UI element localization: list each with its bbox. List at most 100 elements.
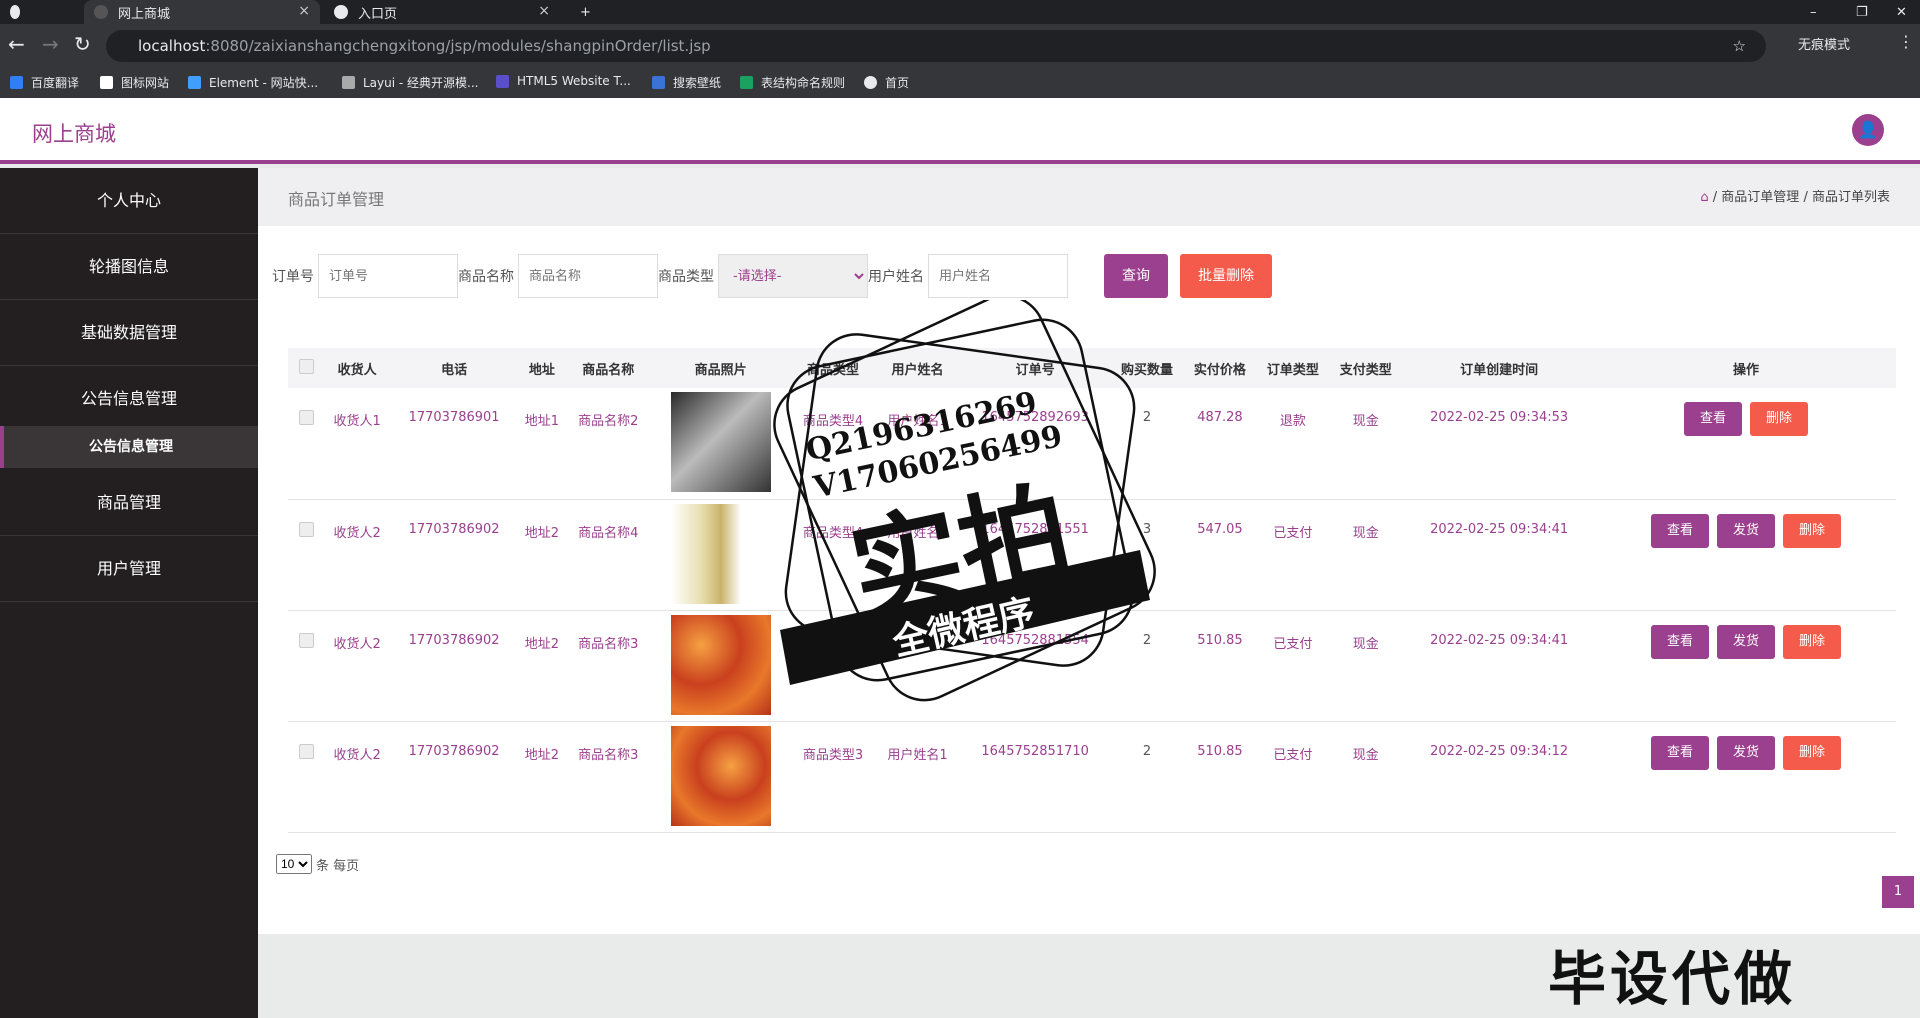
sidebar-item-basic-data[interactable]: 基础数据管理 xyxy=(0,300,258,366)
view-button[interactable]: 查看 xyxy=(1650,513,1709,548)
product-photo xyxy=(670,503,771,604)
cell-pay_type: 现金 xyxy=(1352,636,1379,652)
product-name-input[interactable] xyxy=(518,254,658,298)
query-button[interactable]: 查询 xyxy=(1104,254,1168,298)
cell-receiver: 收货人2 xyxy=(333,636,381,652)
ship-button[interactable]: 发货 xyxy=(1716,513,1775,548)
cell-qty: 2 xyxy=(1142,632,1152,648)
view-button[interactable]: 查看 xyxy=(1650,624,1709,659)
bookmark-item[interactable]: 图标网站 xyxy=(100,74,169,91)
reload-icon[interactable]: ↻ xyxy=(74,32,91,56)
row-checkbox[interactable] xyxy=(298,521,314,537)
brand-title[interactable]: 网上商城 xyxy=(32,118,116,148)
bookmark-item[interactable]: Element - 网站快... xyxy=(188,74,318,91)
bookmark-item[interactable]: Layui - 经典开源模... xyxy=(342,74,478,91)
ship-button[interactable]: 发货 xyxy=(1716,735,1775,770)
home-icon[interactable]: ⌂ xyxy=(1700,190,1708,205)
cell-order_type: 已支付 xyxy=(1273,636,1313,652)
column-header: 购买数量 xyxy=(1120,362,1173,378)
close-icon[interactable]: × xyxy=(298,3,310,19)
cell-created: 2022-02-25 09:34:41 xyxy=(1430,632,1569,648)
batch-delete-button[interactable]: 批量删除 xyxy=(1180,254,1272,298)
cell-address: 地址1 xyxy=(524,414,560,429)
product-name-label: 商品名称 xyxy=(458,269,514,285)
cell-price: 510.85 xyxy=(1197,632,1243,648)
star-icon[interactable]: ☆ xyxy=(1733,30,1746,62)
page-number-button[interactable]: 1 xyxy=(1882,876,1914,908)
column-header: 操作 xyxy=(1732,362,1759,378)
restore-button[interactable]: ❐ xyxy=(1846,0,1878,24)
pinned-tab[interactable] xyxy=(44,0,72,24)
breadcrumb-item[interactable]: 商品订单管理 xyxy=(1721,190,1799,205)
sidebar-item-users[interactable]: 用户管理 xyxy=(0,536,258,602)
row-checkbox[interactable] xyxy=(298,743,314,759)
forward-icon[interactable]: → xyxy=(42,32,59,56)
bookmark-item[interactable]: HTML5 Website T... xyxy=(496,74,631,88)
browser-tab-strip: 网上商城 × 入口页 × + – ❐ ✕ xyxy=(0,0,1920,24)
column-header: 订单类型 xyxy=(1266,362,1319,378)
sidebar-item-notice[interactable]: 公告信息管理 xyxy=(0,366,258,432)
cell-type: 商品类型4 xyxy=(802,525,864,541)
cell-qty: 3 xyxy=(1142,521,1152,537)
close-icon[interactable]: × xyxy=(538,3,550,19)
minimize-button[interactable]: – xyxy=(1800,0,1827,24)
select-all-checkbox[interactable] xyxy=(298,358,314,374)
browser-menu-icon[interactable] xyxy=(0,0,40,24)
sidebar-item-products[interactable]: 商品管理 xyxy=(0,470,258,536)
cell-order_no: 1645752851710 xyxy=(981,743,1089,759)
cell-pay_type: 现金 xyxy=(1352,525,1379,541)
avatar-icon[interactable]: 👤 xyxy=(1852,114,1884,146)
column-header: 用户姓名 xyxy=(891,362,944,378)
cell-price: 510.85 xyxy=(1197,743,1243,759)
url-field[interactable]: localhost:8080/zaixianshangchengxitong/j… xyxy=(106,30,1766,62)
view-button[interactable]: 查看 xyxy=(1683,402,1742,436)
cell-price: 547.05 xyxy=(1197,521,1243,537)
tab-shop[interactable]: 网上商城 × xyxy=(84,0,320,24)
more-icon[interactable]: ⋮ xyxy=(1898,32,1914,51)
order-no-input[interactable] xyxy=(318,254,458,298)
cell-phone: 17703786902 xyxy=(408,743,500,759)
sidebar-subitem-notice[interactable]: 公告信息管理 xyxy=(0,426,258,468)
page-size-select[interactable]: 10 xyxy=(276,854,312,874)
breadcrumb-item: 商品订单列表 xyxy=(1811,190,1890,205)
cell-qty: 2 xyxy=(1142,410,1152,425)
sidebar-item-carousel[interactable]: 轮播图信息 xyxy=(0,234,258,300)
bookmark-item[interactable]: 搜索壁纸 xyxy=(652,74,721,91)
cell-address: 地址2 xyxy=(524,525,560,541)
orders-table: 收货人 电话 地址 商品名称 商品照片 商品类型 用户姓名 订单号 购买数量 实… xyxy=(288,348,1896,833)
cell-order_type: 已支付 xyxy=(1273,747,1313,763)
view-button[interactable]: 查看 xyxy=(1650,735,1709,770)
cell-receiver: 收货人2 xyxy=(333,747,381,763)
bookmark-item[interactable]: 百度翻译 xyxy=(10,74,79,91)
delete-button[interactable]: 删除 xyxy=(1750,402,1809,436)
sidebar-item-profile[interactable]: 个人中心 xyxy=(0,168,258,234)
page-size-control: 10 条 每页 xyxy=(276,854,359,874)
column-header: 电话 xyxy=(441,362,468,378)
cell-address: 地址2 xyxy=(524,747,560,763)
table-header-row: 收货人 电话 地址 商品名称 商品照片 商品类型 用户姓名 订单号 购买数量 实… xyxy=(288,348,1896,388)
ship-button[interactable]: 发货 xyxy=(1716,624,1775,659)
row-checkbox[interactable] xyxy=(298,632,314,648)
cell-product: 商品名称3 xyxy=(578,747,639,763)
new-tab-button[interactable]: + xyxy=(570,0,601,24)
breadcrumb: ⌂ / 商品订单管理 / 商品订单列表 xyxy=(1700,190,1890,205)
back-icon[interactable]: ← xyxy=(8,32,25,56)
order-no-label: 订单号 xyxy=(272,269,314,285)
delete-button[interactable]: 删除 xyxy=(1783,735,1842,770)
close-window-button[interactable]: ✕ xyxy=(1886,0,1917,24)
cell-order_type: 退款 xyxy=(1279,414,1306,429)
tab-entry[interactable]: 入口页 × xyxy=(324,0,560,24)
cell-user: 用户姓名2 xyxy=(887,636,948,652)
watermark-corner: 毕设代做 xyxy=(1548,945,1797,1013)
delete-button[interactable]: 删除 xyxy=(1783,624,1842,659)
cell-receiver: 收货人1 xyxy=(333,414,381,429)
bookmark-item[interactable]: 表结构命名规则 xyxy=(740,74,845,91)
bookmark-item[interactable]: 首页 xyxy=(864,74,909,91)
incognito-label[interactable]: 无痕模式 xyxy=(1798,34,1850,53)
column-header: 商品照片 xyxy=(694,362,747,378)
product-type-select[interactable]: -请选择- xyxy=(718,254,868,298)
cell-user: 用户姓名2 xyxy=(887,525,948,541)
user-name-input[interactable] xyxy=(928,254,1068,298)
delete-button[interactable]: 删除 xyxy=(1783,513,1842,548)
row-checkbox[interactable] xyxy=(298,410,314,425)
